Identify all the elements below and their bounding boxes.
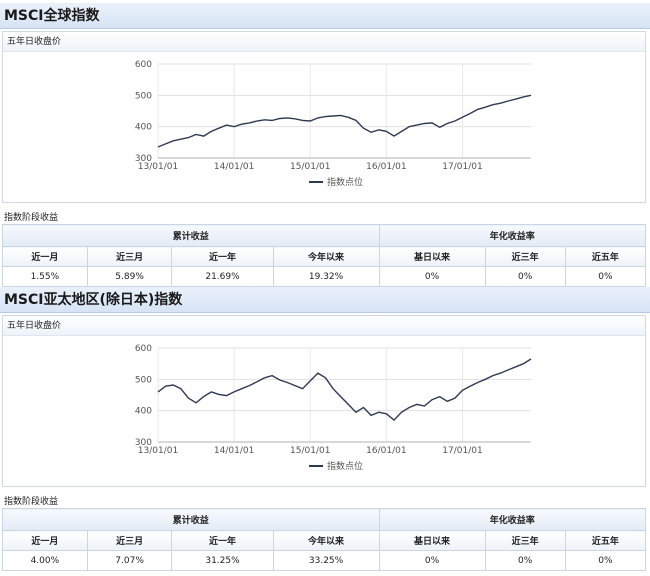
value-cell: 33.25% [272,550,380,571]
header-cell: 今年以来 [272,246,380,267]
value-cell: 31.25% [171,550,274,571]
value-cell: 19.32% [272,266,380,287]
header-cell: 近三年 [484,530,566,551]
group-annualized: 年化收益率 [378,224,647,247]
line-chart: 30040050060013/01/01 14/01/01 15/01/01 16/0… [135,344,532,472]
y-tick-label: 600 [135,60,152,70]
group-cumulative: 累计收益 [2,224,380,247]
value-cell: 1.55% [2,266,88,287]
value-cell: 0% [564,550,647,571]
x-tick-label: 14/01/01 [214,446,254,456]
value-cell: 0% [378,550,486,571]
y-tick-label: 500 [135,375,152,385]
y-tick-label: 600 [135,344,152,354]
legend-label: 指数点位 [327,460,363,472]
x-tick-label: 16/01/01 [366,446,406,456]
x-tick-label: 15/01/01 [290,162,330,172]
stage-returns-label: 指数阶段收益 [4,213,59,223]
line-chart: 30040050060013/01/01 14/01/01 15/01/01 16/0… [135,60,532,188]
x-tick-label: 15/01/01 [290,446,330,456]
legend-label: 指数点位 [327,176,363,188]
x-tick-label: 13/01/01 [138,162,178,172]
chart-box: 五年日收盘价 300 400 500 600 13/01/01 14/01/01 15/01… [2,31,646,203]
group-cumulative: 累计收益 [2,508,380,531]
index-title: MSCI全球指数 [0,3,650,29]
returns-table: 累计收益 年化收益率 近一月 近三月 近一年 今年以来 基日以来 近三年 近五年… [2,508,647,571]
header-cell: 近五年 [564,246,647,267]
header-cell: 近三月 [86,530,173,551]
header-cell: 近一年 [171,530,274,551]
x-tick-label: 17/01/01 [442,162,482,172]
index-title: MSCI亚太地区(除日本)指数 [0,287,650,313]
y-tick-label: 400 [135,123,152,133]
y-tick-label: 400 [135,407,152,417]
header-cell: 近一年 [171,246,274,267]
series-line [157,94,532,148]
value-cell: 4.00% [2,550,88,571]
header-cell: 近一月 [2,530,88,551]
x-tick-label: 14/01/01 [214,162,254,172]
x-tick-label: 17/01/01 [442,446,482,456]
chart-title: 五年日收盘价 [3,316,645,336]
group-annualized: 年化收益率 [378,508,647,531]
returns-table: 累计收益 年化收益率 近一月 近三月 近一年 今年以来 基日以来 近三年 近五年… [2,224,647,287]
header-cell: 近一月 [2,246,88,267]
chart-box: 五年日收盘价 300 400 500 600 13/01/01 14/01/01 15/01… [2,315,646,487]
value-cell: 0% [484,550,566,571]
value-cell: 5.89% [86,266,173,287]
header-cell: 基日以来 [378,246,486,267]
y-tick-label: 500 [135,91,152,101]
x-tick-label: 16/01/01 [366,162,406,172]
x-tick-label: 13/01/01 [138,446,178,456]
stage-returns-label: 指数阶段收益 [4,497,59,507]
value-cell: 0% [564,266,647,287]
header-cell: 近三年 [484,246,566,267]
header-cell: 今年以来 [272,530,380,551]
value-cell: 7.07% [86,550,173,571]
chart-title: 五年日收盘价 [3,32,645,52]
value-cell: 21.69% [171,266,274,287]
header-cell: 基日以来 [378,530,486,551]
value-cell: 0% [484,266,566,287]
header-cell: 近三月 [86,246,173,267]
value-cell: 0% [378,266,486,287]
header-cell: 近五年 [564,530,647,551]
